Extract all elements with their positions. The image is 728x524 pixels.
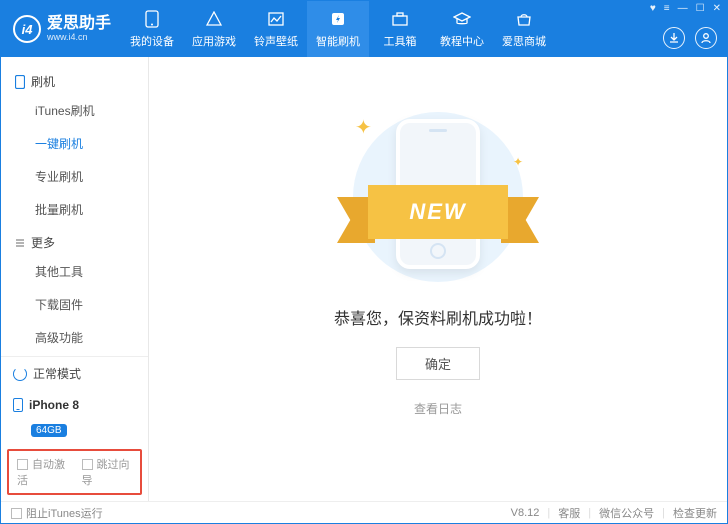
status-bar: 阻止iTunes运行 V8.12 | 客服 | 微信公众号 | 检查更新 [1,501,727,523]
sidebar-item-itunes[interactable]: iTunes刷机 [1,94,148,127]
sidebar-item-batch[interactable]: 批量刷机 [1,193,148,226]
app-header: i4 爱思助手 www.i4.cn 我的设备 应用游戏 铃声壁纸 智能刷机 工具… [1,1,727,57]
sidebar-item-advanced[interactable]: 高级功能 [1,321,148,354]
nav-tutorial[interactable]: 教程中心 [431,1,493,57]
new-ribbon-icon: NEW [333,185,543,239]
sparkle-icon: ✦ [355,115,372,140]
flash-icon [330,9,346,29]
user-button[interactable] [695,27,717,49]
apps-icon [206,9,222,29]
store-icon [516,9,532,29]
top-nav: 我的设备 应用游戏 铃声壁纸 智能刷机 工具箱 教程中心 爱思商城 [121,1,555,57]
nav-toolbox[interactable]: 工具箱 [369,1,431,57]
nav-label: 工具箱 [384,33,417,49]
footer-link-support[interactable]: 客服 [558,505,580,521]
nav-label: 应用游戏 [192,33,236,49]
device-name: iPhone 8 [29,398,79,412]
graduation-icon [453,9,471,29]
ribbon-text: NEW [368,185,508,239]
phone-icon [145,9,159,29]
success-illustration: ✦ ✦ ✦ NEW [333,107,543,287]
nav-apps[interactable]: 应用游戏 [183,1,245,57]
sidebar-section-title: 更多 [31,234,55,251]
skip-guide-checkbox[interactable]: 跳过向导 [82,456,133,488]
brand-url: www.i4.cn [47,32,111,42]
minimize-icon[interactable]: — [678,3,688,14]
nav-flash[interactable]: 智能刷机 [307,1,369,57]
maximize-icon[interactable]: ☐ [696,3,705,14]
device-icon [13,398,23,412]
sidebar: 刷机 iTunes刷机 一键刷机 专业刷机 批量刷机 更多 其他工具 下载固件 … [1,57,149,501]
success-message: 恭喜您，保资料刷机成功啦！ [334,305,542,329]
close-icon[interactable]: ✕ [713,3,721,14]
block-itunes-checkbox[interactable]: 阻止iTunes运行 [11,505,103,521]
wallpaper-icon [268,9,284,29]
device-mode-label: 正常模式 [33,365,81,382]
nav-label: 教程中心 [440,33,484,49]
main-content: ✦ ✦ ✦ NEW 恭喜您，保资料刷机成功啦！ 确定 查看日志 [149,57,727,501]
sidebar-section-more: 更多 [1,226,148,255]
device-row[interactable]: iPhone 8 64GB [1,390,148,445]
sidebar-section-title: 刷机 [31,73,55,90]
sidebar-section-flash: 刷机 [1,65,148,94]
brand-name: 爱思助手 [47,16,111,32]
auto-activate-checkbox[interactable]: 自动激活 [17,456,68,488]
nav-ringtones[interactable]: 铃声壁纸 [245,1,307,57]
view-log-link[interactable]: 查看日志 [414,400,462,417]
brand-logo-icon: i4 [13,15,41,43]
sparkle-icon: ✦ [513,155,523,169]
phone-icon [15,75,25,89]
footer-link-wechat[interactable]: 微信公众号 [599,505,654,521]
footer-link-update[interactable]: 检查更新 [673,505,717,521]
nav-label: 铃声壁纸 [254,33,298,49]
settings-icon[interactable]: ♥ [650,3,656,14]
brand-block: i4 爱思助手 www.i4.cn [1,15,121,43]
nav-my-device[interactable]: 我的设备 [121,1,183,57]
nav-label: 我的设备 [130,33,174,49]
nav-label: 爱思商城 [502,33,546,49]
sidebar-item-pro[interactable]: 专业刷机 [1,160,148,193]
post-flash-options: 自动激活 跳过向导 [7,449,142,495]
menu-icon[interactable]: ≡ [664,3,670,14]
storage-badge: 64GB [31,424,67,437]
confirm-button[interactable]: 确定 [396,347,480,380]
device-mode-row[interactable]: 正常模式 [1,357,148,390]
nav-label: 智能刷机 [316,33,360,49]
refresh-icon [13,367,27,381]
window-controls: ♥ ≡ — ☐ ✕ [650,3,721,14]
menu-icon [15,238,25,248]
version-label: V8.12 [511,507,540,519]
nav-store[interactable]: 爱思商城 [493,1,555,57]
download-button[interactable] [663,27,685,49]
sidebar-item-othertools[interactable]: 其他工具 [1,255,148,288]
sidebar-item-oneclick[interactable]: 一键刷机 [1,127,148,160]
toolbox-icon [392,9,408,29]
sidebar-item-download-fw[interactable]: 下载固件 [1,288,148,321]
